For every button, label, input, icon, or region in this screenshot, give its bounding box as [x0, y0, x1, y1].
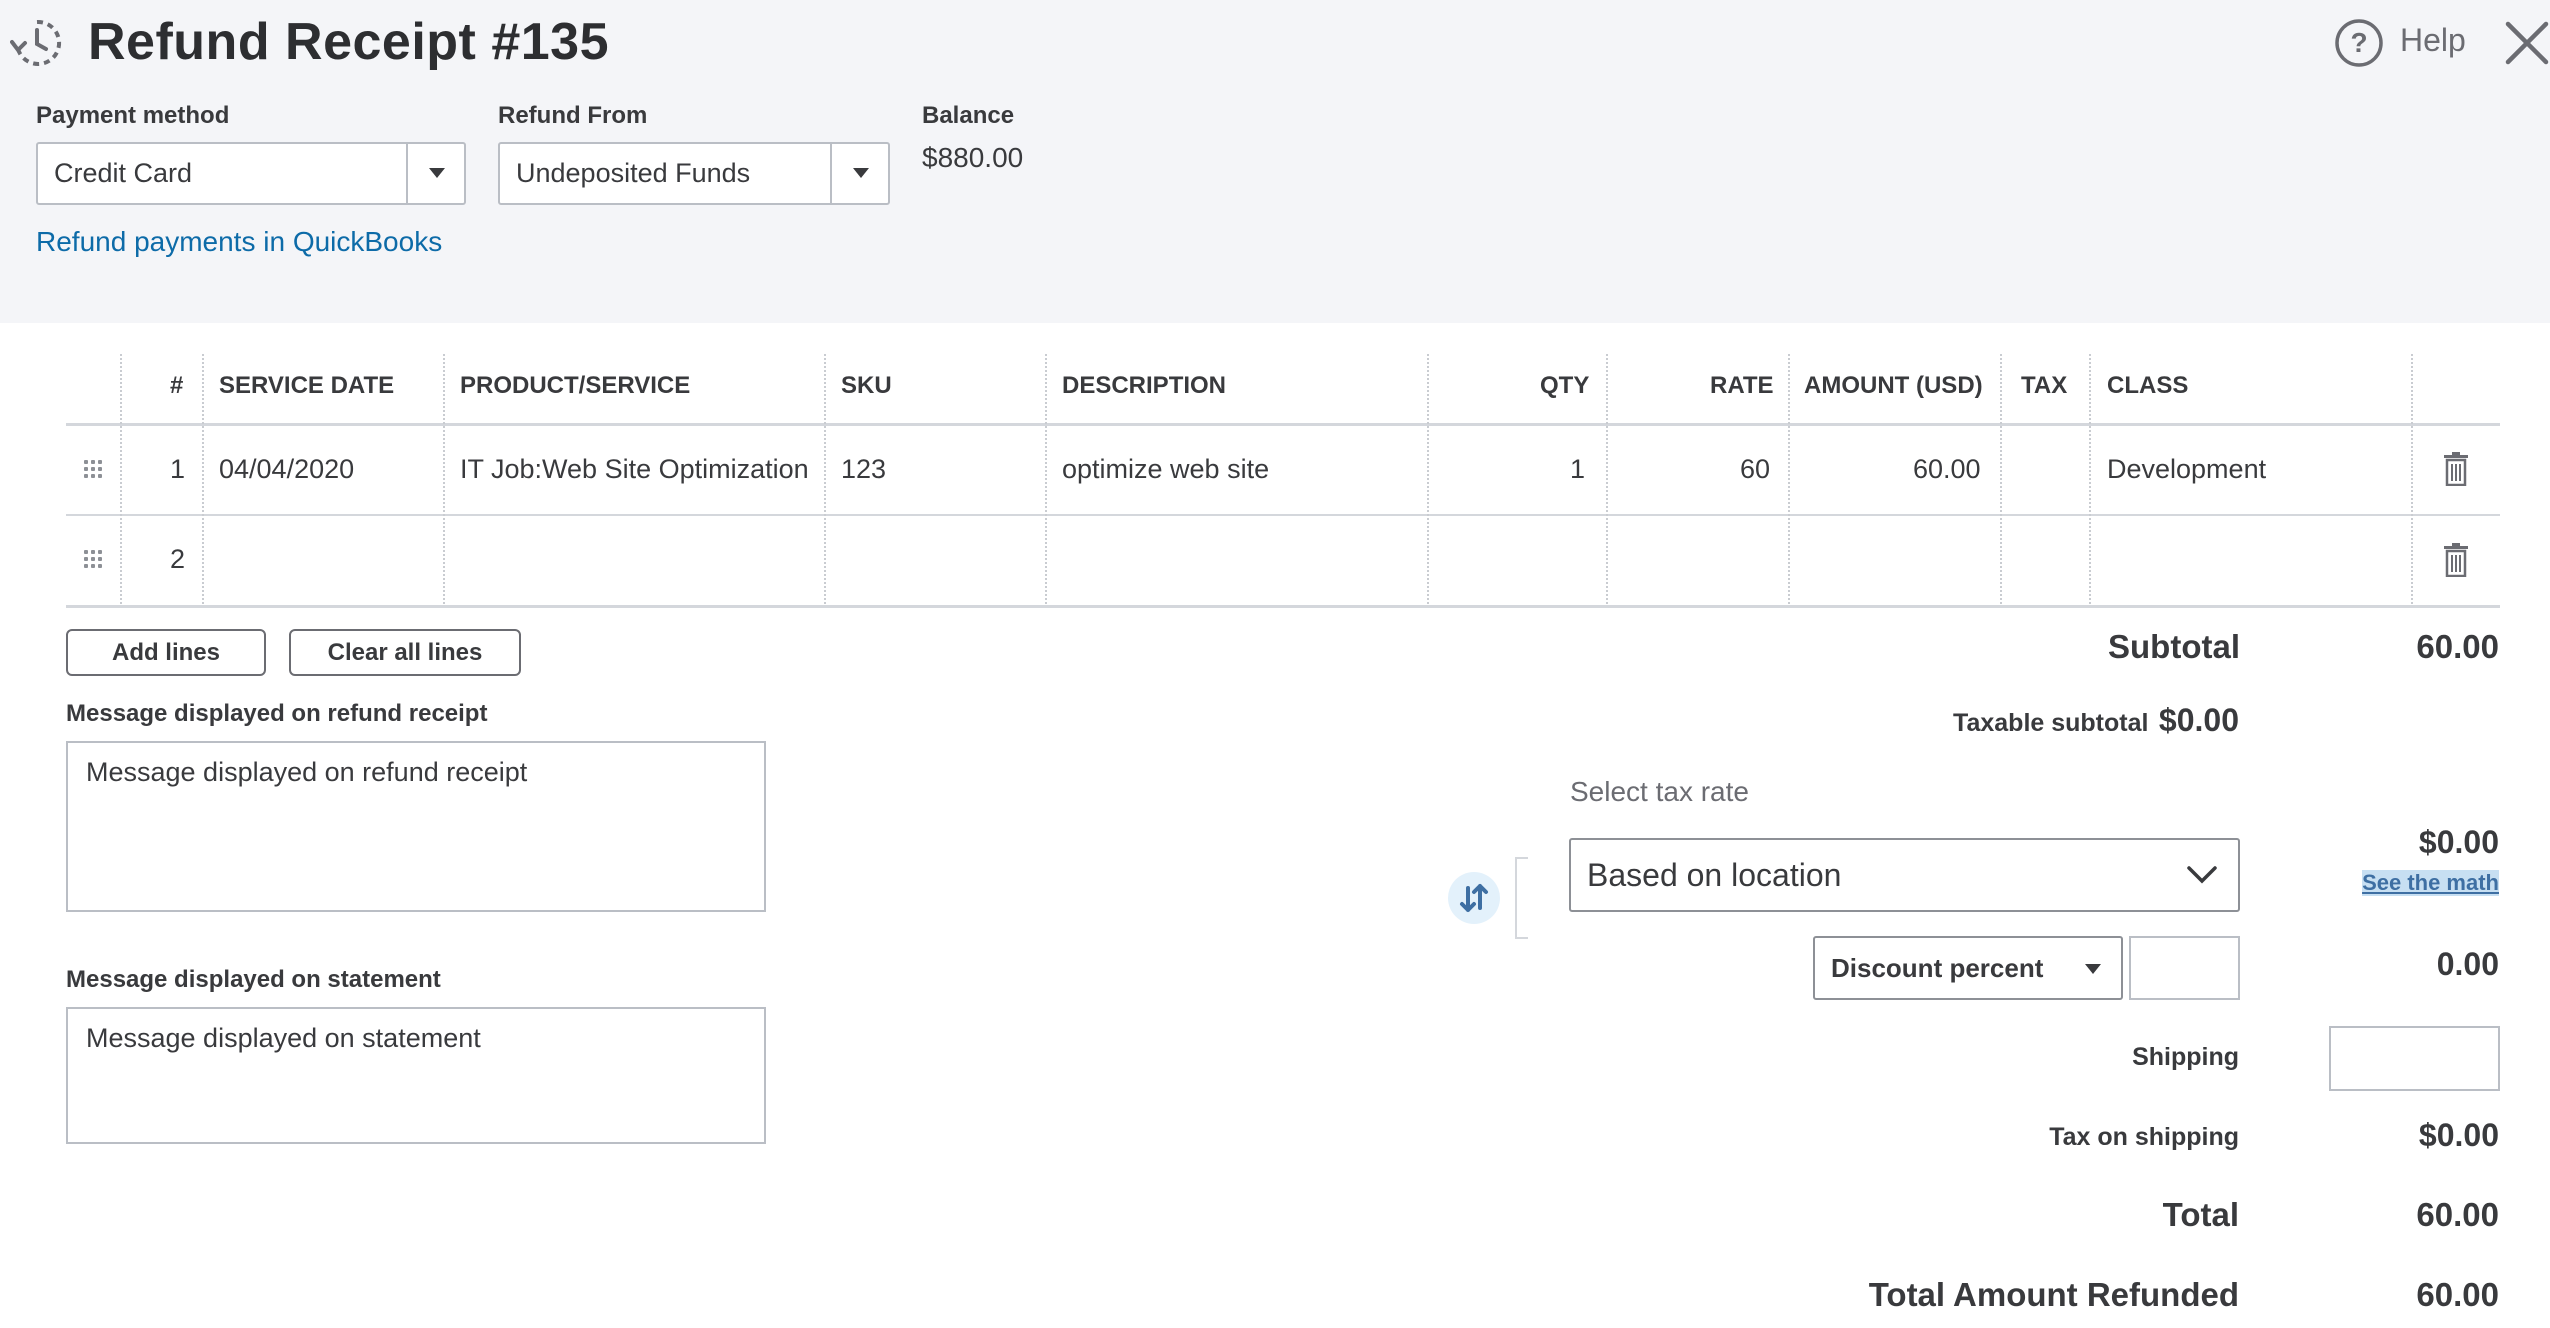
drag-handle-icon[interactable] [84, 550, 104, 570]
subtotal-label: Subtotal [2108, 628, 2240, 665]
table-row-rule [66, 514, 2500, 516]
receipt-message-textarea[interactable]: Message displayed on refund receipt [66, 741, 766, 912]
taxable-subtotal-label: Taxable subtotal [1953, 709, 2149, 737]
row-number: 1 [170, 454, 186, 484]
trash-icon[interactable] [2444, 452, 2468, 486]
page-title: Refund Receipt #135 [88, 13, 609, 71]
receipt-message-label: Message displayed on refund receipt [66, 700, 488, 727]
drag-handle-icon[interactable] [84, 460, 104, 480]
cell-rate[interactable]: 60 [1740, 454, 1770, 485]
recent-history-icon[interactable] [10, 16, 64, 70]
cell-class[interactable]: Development [2107, 454, 2266, 485]
statement-message-placeholder: Message displayed on statement [86, 1023, 481, 1053]
column-divider [824, 354, 826, 604]
tax-amount-value: $0.00 [2418, 824, 2499, 860]
total-refunded-value: 60.00 [2416, 1276, 2499, 1313]
shipping-label: Shipping [2132, 1043, 2239, 1071]
column-header-qty: QTY [1540, 372, 1590, 399]
tax-on-shipping-value: $0.00 [2418, 1117, 2499, 1153]
svg-text:?: ? [2350, 27, 2367, 58]
row-number: 2 [170, 544, 186, 574]
column-header-description: DESCRIPTION [1062, 372, 1227, 399]
tax-rate-value: Based on location [1587, 857, 1842, 893]
trash-icon[interactable] [2444, 543, 2468, 577]
see-the-math-link[interactable]: See the math [2362, 870, 2499, 896]
table-bottom-rule [66, 605, 2500, 608]
swap-tax-icon[interactable] [1446, 856, 1530, 940]
taxable-subtotal-value: $0.00 [2158, 702, 2239, 738]
column-divider [1606, 354, 1608, 604]
column-header-service-date: SERVICE DATE [219, 372, 395, 399]
statement-message-label: Message displayed on statement [66, 966, 441, 993]
column-divider [2411, 354, 2413, 604]
discount-type-value: Discount percent [1831, 953, 2044, 983]
payment-method-label: Payment method [36, 102, 230, 129]
column-header-rate: RATE [1710, 372, 1774, 399]
statement-message-textarea[interactable]: Message displayed on statement [66, 1007, 766, 1144]
clear-all-lines-button[interactable]: Clear all lines [289, 629, 521, 676]
receipt-message-placeholder: Message displayed on refund receipt [86, 757, 528, 787]
discount-value: 0.00 [2436, 946, 2499, 982]
column-divider [120, 354, 122, 604]
chevron-down-icon[interactable] [830, 144, 888, 203]
column-divider [2000, 354, 2002, 604]
column-divider [202, 354, 204, 604]
chevron-down-icon[interactable] [2186, 864, 2218, 886]
close-icon[interactable] [2504, 20, 2550, 66]
refund-from-label: Refund From [498, 102, 648, 129]
add-lines-button[interactable]: Add lines [66, 629, 266, 676]
balance-value: $880.00 [922, 142, 1024, 173]
cell-product-service[interactable]: IT Job:Web Site Optimization [460, 454, 809, 485]
column-divider [1427, 354, 1429, 604]
subtotal-value: 60.00 [2416, 628, 2499, 665]
total-label: Total [2162, 1196, 2239, 1233]
cell-qty[interactable]: 1 [1570, 454, 1585, 485]
help-icon[interactable]: ? [2334, 18, 2384, 68]
column-divider [443, 354, 445, 604]
column-divider [2089, 354, 2091, 604]
help-link[interactable]: Help [2400, 22, 2466, 59]
refund-from-value: Undeposited Funds [516, 158, 751, 188]
table-header-rule [66, 423, 2500, 426]
discount-type-select[interactable]: Discount percent [1813, 936, 2123, 1000]
cell-service-date[interactable]: 04/04/2020 [219, 454, 354, 485]
column-header-product-service: PRODUCT/SERVICE [460, 372, 691, 399]
total-refunded-label: Total Amount Refunded [1868, 1276, 2239, 1313]
total-value: 60.00 [2416, 1196, 2499, 1233]
select-tax-rate-label: Select tax rate [1570, 776, 1749, 807]
cell-description[interactable]: optimize web site [1062, 454, 1269, 485]
discount-input[interactable] [2129, 936, 2240, 1000]
column-header-class: CLASS [2107, 372, 2189, 399]
cell-amount[interactable]: 60.00 [1913, 454, 1981, 485]
column-header-amount: AMOUNT (USD) [1804, 372, 1983, 399]
column-divider [1788, 354, 1790, 604]
refund-from-select[interactable]: Undeposited Funds [498, 142, 890, 205]
balance-label: Balance [922, 102, 1015, 129]
column-header-tax: TAX [2021, 372, 2068, 399]
taxable-subtotal-row: Taxable subtotal $0.00 [1953, 702, 2239, 739]
shipping-input[interactable] [2329, 1026, 2500, 1091]
cell-sku[interactable]: 123 [841, 454, 886, 485]
caret-down-icon[interactable] [2085, 964, 2101, 974]
payment-method-select[interactable]: Credit Card [36, 142, 466, 205]
column-header-sku: SKU [841, 372, 892, 399]
refund-payments-link[interactable]: Refund payments in QuickBooks [36, 226, 442, 258]
chevron-down-icon[interactable] [406, 144, 464, 203]
column-divider [1045, 354, 1047, 604]
column-header-number: # [170, 372, 184, 399]
payment-method-value: Credit Card [54, 158, 193, 188]
tax-on-shipping-label: Tax on shipping [2049, 1123, 2239, 1151]
tax-rate-select[interactable]: Based on location [1569, 838, 2240, 912]
